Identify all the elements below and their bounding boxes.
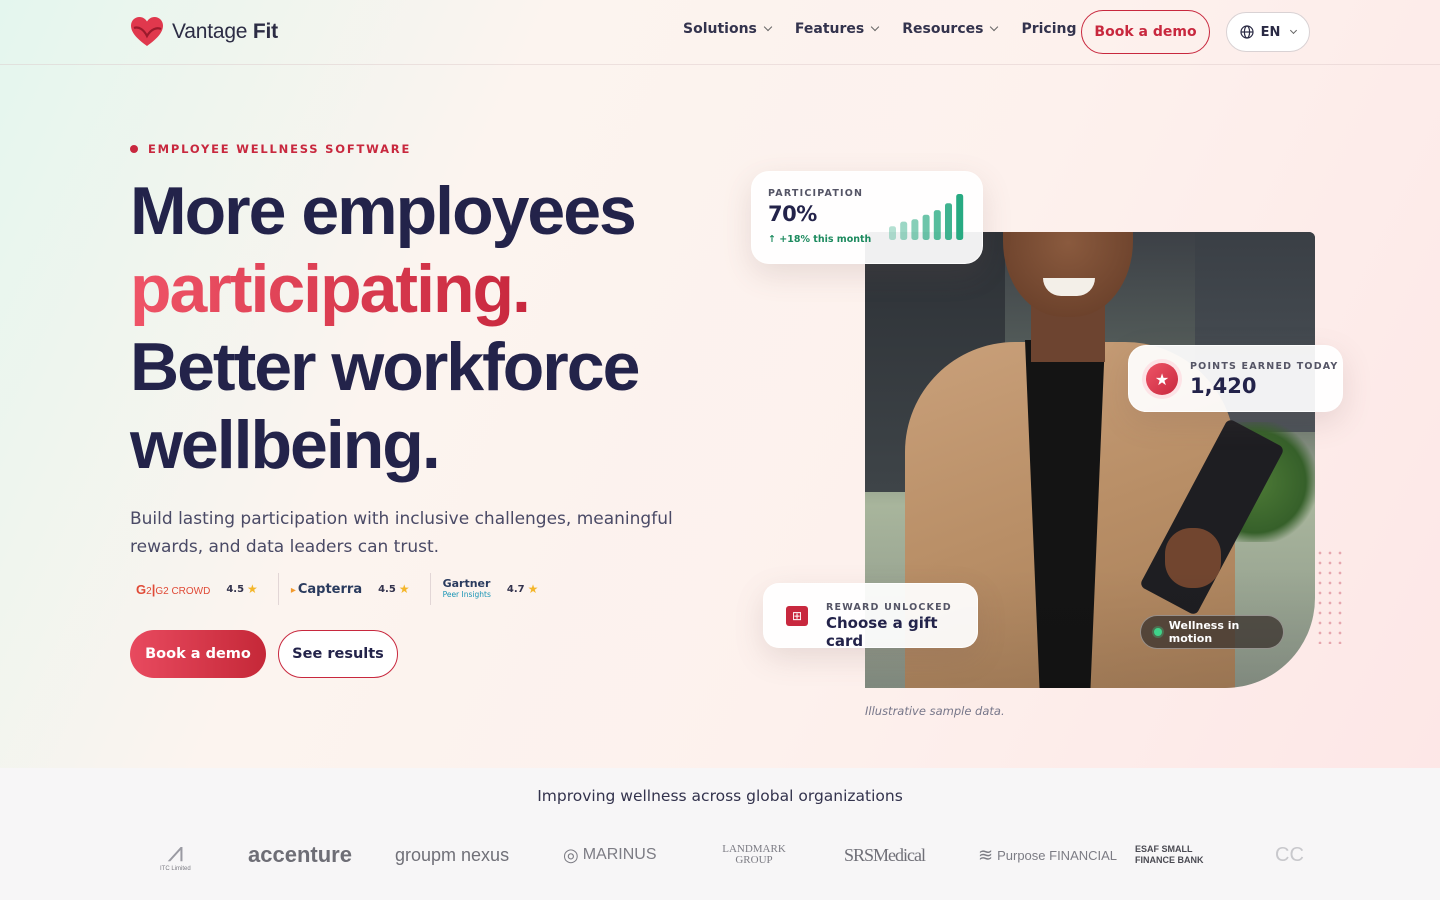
status-dot-icon bbox=[1154, 628, 1162, 636]
logo-esaf: ESAF SMALL FINANCE BANK bbox=[1135, 844, 1204, 865]
nav-book-demo-button[interactable]: Book a demo bbox=[1081, 10, 1210, 54]
heart-logo-icon bbox=[131, 17, 163, 46]
site-header: Vantage Fit Solutions Features Resources… bbox=[0, 0, 1440, 65]
chevron-down-icon bbox=[870, 22, 880, 32]
nav-solutions[interactable]: Solutions bbox=[683, 21, 773, 37]
participation-bar bbox=[933, 210, 941, 240]
participation-bar bbox=[922, 214, 930, 240]
logo-marinus: ◎ MARINUS bbox=[563, 844, 657, 865]
reward-card: ⊞ REWARD UNLOCKED Choose a gift card bbox=[763, 583, 978, 650]
globe-icon bbox=[1240, 25, 1254, 39]
capterra-logo: ▸ Capterra bbox=[290, 581, 363, 597]
logo-landmark: LANDMARK GROUP bbox=[722, 843, 786, 866]
chevron-down-icon bbox=[763, 22, 773, 32]
g2-score: 4.5 bbox=[226, 583, 245, 595]
brand-name: Vantage Fit bbox=[172, 20, 278, 43]
rating-g2[interactable]: G2|G2 CROWD 4.5 ★ bbox=[136, 573, 279, 605]
hero-subcopy: Build lasting participation with inclusi… bbox=[130, 509, 673, 557]
client-logos: ⩘ ITC Limited accenture groupm nexus ◎ MA… bbox=[140, 830, 1310, 880]
participation-card: PARTICIPATION 70% ↑ +18% this month bbox=[751, 171, 983, 264]
points-value: 1,420 bbox=[1190, 374, 1257, 398]
gartner-score: 4.7 bbox=[506, 583, 525, 595]
language-selector[interactable]: EN bbox=[1226, 12, 1310, 52]
chevron-down-icon bbox=[990, 22, 999, 32]
rating-capterra[interactable]: ▸ Capterra 4.5 ★ bbox=[291, 573, 431, 605]
gift-icon: ⊞ bbox=[786, 606, 808, 626]
hero-book-demo-button[interactable]: Book a demo bbox=[130, 630, 266, 678]
participation-delta: ↑ +18% this month bbox=[768, 234, 872, 245]
logo-strip-title: Improving wellness across global organiz… bbox=[537, 787, 903, 805]
star-icon: ★ bbox=[398, 582, 410, 596]
headline-accent: participating. bbox=[130, 251, 531, 327]
g2-crowd-logo: G2|G2 CROWD bbox=[136, 581, 211, 597]
participation-bar bbox=[889, 226, 896, 240]
logo-partial: CC bbox=[1275, 843, 1304, 866]
gartner-logo: Gartner Peer Insights bbox=[442, 577, 491, 599]
nav-pricing[interactable]: Pricing bbox=[1021, 21, 1076, 37]
logo-purpose-financial: ≋ Purpose FINANCIAL bbox=[978, 844, 1118, 865]
headline-line-3: wellbeing. bbox=[130, 407, 441, 483]
logo-srs-medical: SRSMedical bbox=[844, 844, 926, 865]
star-badge-icon: ★ bbox=[1146, 363, 1178, 395]
logo-groupm-nexus: groupm nexus bbox=[395, 844, 510, 865]
participation-bars-chart bbox=[889, 194, 964, 240]
chevron-down-icon bbox=[1290, 26, 1298, 34]
reward-label: REWARD UNLOCKED bbox=[826, 602, 952, 613]
nav-features[interactable]: Features bbox=[795, 21, 880, 37]
headline-line-1: More employees bbox=[130, 173, 637, 249]
eyebrow-dot bbox=[130, 145, 138, 153]
participation-value: 70% bbox=[768, 202, 817, 226]
participation-bar bbox=[945, 203, 952, 240]
points-label: POINTS EARNED TODAY bbox=[1190, 361, 1339, 372]
rating-gartner[interactable]: Gartner Peer Insights 4.7 ★ bbox=[443, 573, 559, 605]
participation-label: PARTICIPATION bbox=[768, 188, 864, 199]
hero-headline: More employees participating. Better wor… bbox=[130, 172, 730, 484]
logo-itc: ⩘ ITC Limited bbox=[160, 836, 191, 873]
headline-line-2: Better workforce bbox=[130, 329, 640, 405]
points-card: ★ POINTS EARNED TODAY 1,420 bbox=[1128, 345, 1343, 412]
star-icon: ★ bbox=[527, 582, 539, 596]
hero-eyebrow: EMPLOYEE WELLNESS SOFTWARE bbox=[130, 142, 411, 156]
see-results-button[interactable]: See results bbox=[278, 630, 398, 678]
logo-accenture: accenture bbox=[248, 842, 352, 867]
participation-bar bbox=[956, 194, 964, 240]
participation-bar bbox=[900, 221, 908, 240]
star-icon: ★ bbox=[247, 582, 258, 596]
wellness-motion-badge: Wellness in motion bbox=[1140, 615, 1284, 649]
eyebrow-text: EMPLOYEE WELLNESS SOFTWARE bbox=[148, 142, 412, 156]
sample-data-caption: Illustrative sample data. bbox=[865, 704, 1005, 718]
decorative-dots bbox=[1315, 548, 1345, 644]
itc-emblem-icon: ⩘ bbox=[167, 836, 184, 867]
participation-bar bbox=[911, 219, 919, 240]
reward-value: Choose a gift card bbox=[826, 614, 938, 650]
brand-logo[interactable]: Vantage Fit bbox=[130, 16, 278, 48]
nav-resources[interactable]: Resources bbox=[902, 21, 999, 37]
ratings-row: G2|G2 CROWD 4.5 ★ ▸ Capterra 4.5 ★ Gartne… bbox=[136, 572, 570, 606]
main-nav: Solutions Features Resources Pricing bbox=[683, 21, 1101, 37]
marinus-emblem-icon: ◎ bbox=[563, 844, 579, 865]
language-code: EN bbox=[1260, 24, 1281, 40]
capterra-score: 4.5 bbox=[378, 583, 396, 595]
purpose-emblem-icon: ≋ bbox=[978, 844, 994, 865]
